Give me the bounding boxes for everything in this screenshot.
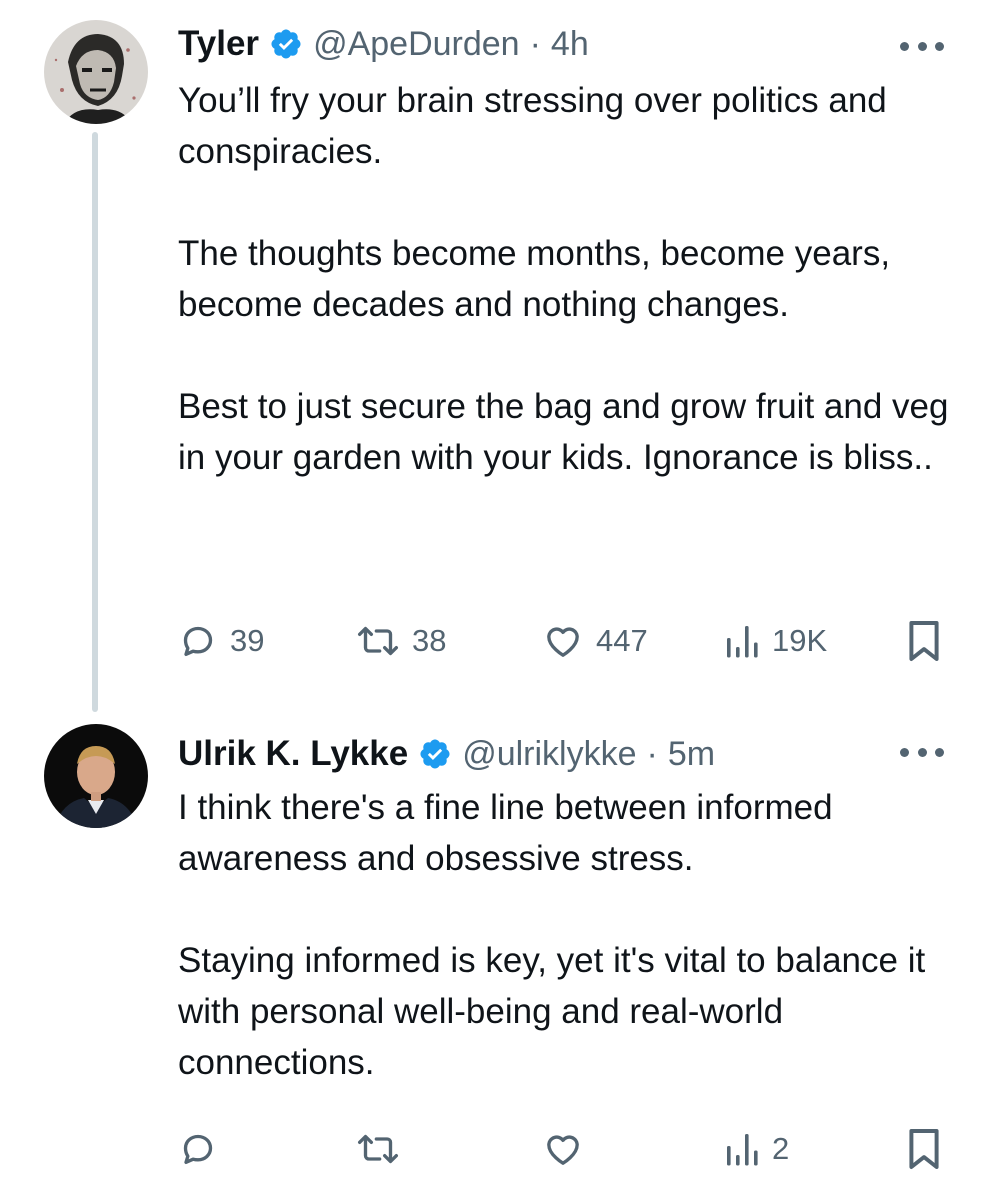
views-chart-icon [727,1134,758,1166]
reply-icon [183,1134,213,1164]
heart-icon [547,1135,579,1165]
tweet-paragraph: Best to just secure the bag and grow fru… [178,387,949,477]
bookmark-button[interactable] [906,616,942,666]
verified-badge-icon [420,739,450,769]
author-name[interactable]: Ulrik K. Lykke [178,734,408,774]
tweet-paragraph: You’ll fry your brain stressing over pol… [178,81,887,171]
tweet-header: Ulrik K. Lykke @ulriklykke · 5m [178,728,944,780]
retweet-button[interactable]: 38 [356,616,446,666]
bookmark-icon [909,621,939,661]
avatar[interactable] [44,724,148,828]
views-chart-icon [727,626,758,658]
tweet-paragraph: The thoughts become months, become years… [178,234,891,324]
retweet-count: 38 [412,623,447,658]
like-button[interactable]: 447 [542,616,648,666]
tweet-actions: 2 [178,1124,948,1174]
bookmark-icon [909,1129,939,1169]
tweet-text: I think there's a fine line between info… [178,782,958,1088]
timestamp[interactable]: 4h [551,25,589,64]
tweet-paragraph: Staying informed is key, yet it's vital … [178,941,926,1082]
separator-dot: · [646,734,658,773]
verified-badge-icon [271,29,301,59]
tweet[interactable]: Tyler @ApeDurden · 4h You’ll fry your br… [0,0,994,712]
more-options-icon[interactable] [900,742,944,762]
tweet[interactable]: Ulrik K. Lykke @ulriklykke · 5m I think … [0,710,994,1200]
retweet-button[interactable] [356,1124,412,1174]
retweet-icon [357,626,398,656]
views-count: 19K [772,623,828,658]
reply-button[interactable] [178,1124,230,1174]
more-options-icon[interactable] [900,36,944,56]
bookmark-button[interactable] [906,1124,942,1174]
author-name[interactable]: Tyler [178,24,259,64]
author-handle[interactable]: @ulriklykke [462,735,636,774]
like-count: 447 [596,623,648,658]
tweet-actions: 39 38 447 19K [178,616,948,666]
separator-dot: · [529,24,541,63]
author-handle[interactable]: @ApeDurden [313,25,520,64]
views-button[interactable]: 19K [724,616,827,666]
retweet-icon [357,1134,398,1164]
tweet-paragraph: I think there's a fine line between info… [178,788,833,878]
timestamp[interactable]: 5m [668,735,715,774]
reply-button[interactable]: 39 [178,616,264,666]
like-button[interactable] [542,1124,596,1174]
reply-icon [183,626,213,656]
views-count: 2 [772,1131,790,1166]
tweet-header: Tyler @ApeDurden · 4h [178,18,944,70]
heart-icon [547,627,579,657]
tweet-text: You’ll fry your brain stressing over pol… [178,75,958,483]
reply-count: 39 [230,623,265,658]
conversation-thread: Tyler @ApeDurden · 4h You’ll fry your br… [0,0,994,1200]
avatar[interactable] [44,20,148,124]
thread-connector-line [92,132,98,712]
views-button[interactable]: 2 [724,1124,789,1174]
